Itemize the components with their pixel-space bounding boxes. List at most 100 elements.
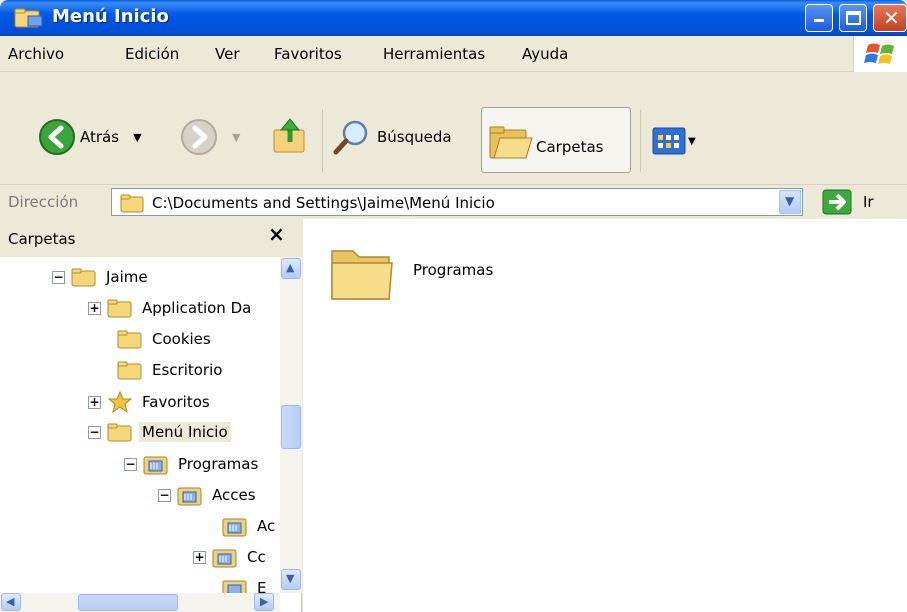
search-button[interactable]: Búsqueda (333, 118, 452, 156)
tree-horizontal-scrollbar[interactable]: ◀ ▶ (0, 593, 280, 612)
toolbar-separator (640, 110, 641, 172)
up-folder-button[interactable] (270, 116, 310, 156)
folder-icon (14, 8, 43, 28)
menu-edicion[interactable]: Edición (125, 45, 179, 63)
folders-icon (489, 126, 533, 159)
views-icon (652, 127, 686, 155)
star-icon (107, 391, 133, 413)
scroll-right-button[interactable]: ▶ (254, 593, 274, 611)
content-pane: Programas (303, 219, 907, 612)
scroll-thumb[interactable] (78, 594, 178, 611)
windows-flag-icon (864, 43, 894, 64)
menu-bar: Archivo Edición Ver Favoritos Herramient… (0, 36, 907, 72)
tree-item-label: Ac (257, 517, 276, 535)
tree-item-label: Application Da (142, 299, 252, 317)
views-button[interactable]: ▼ (652, 127, 696, 155)
scroll-left-button[interactable]: ◀ (1, 593, 21, 611)
address-dropdown-button[interactable]: ▼ (779, 190, 801, 214)
tree-item-accesorios[interactable]: − Acces (158, 484, 259, 506)
folders-pane-title: Carpetas (8, 230, 76, 248)
address-input[interactable]: C:\Documents and Settings\Jaime\Menú Ini… (111, 188, 803, 216)
back-arrow-icon (39, 119, 75, 155)
forward-button[interactable]: ▼ (180, 118, 240, 156)
tree-item-label: E (257, 579, 267, 593)
forward-dropdown-icon[interactable]: ▼ (232, 131, 240, 144)
chevron-up-icon: ▲ (286, 261, 295, 274)
toolbar-separator (322, 110, 323, 172)
go-label[interactable]: Ir (863, 193, 874, 211)
back-button[interactable]: Atrás ▼ (38, 118, 142, 156)
tree-item-label: Cookies (152, 330, 211, 348)
menu-archivo[interactable]: Archivo (8, 45, 64, 63)
maximize-icon (846, 11, 861, 25)
folder-icon (117, 361, 142, 380)
tree-item-cc[interactable]: + Cc (193, 546, 269, 568)
folder-open-icon (71, 268, 96, 287)
tree-item-programas[interactable]: − Programas (124, 453, 261, 475)
tree-item-label: Programas (178, 455, 259, 473)
go-arrow-icon[interactable] (822, 189, 852, 215)
folders-pane: Carpetas × − Jaime + Application Da Cook… (0, 219, 302, 612)
expand-icon[interactable]: + (88, 301, 101, 315)
scroll-up-button[interactable]: ▲ (281, 258, 301, 279)
views-dropdown-icon[interactable]: ▼ (688, 136, 696, 147)
tree-item-label: Jaime (106, 268, 148, 286)
chevron-down-icon: ▼ (785, 194, 795, 208)
file-item-programas[interactable]: Programas (329, 241, 493, 303)
tree-item-e[interactable]: E (222, 577, 269, 593)
folder-tree: − Jaime + Application Da Cookies Escrito… (0, 257, 280, 593)
tree-item-favoritos[interactable]: + Favoritos (88, 391, 213, 413)
expand-icon[interactable]: + (88, 395, 101, 409)
menu-ver[interactable]: Ver (215, 45, 240, 63)
tree-item-ac[interactable]: Ac (222, 515, 278, 537)
menu-favoritos[interactable]: Favoritos (274, 45, 342, 63)
tree-item-label: Escritorio (152, 361, 223, 379)
chevron-down-icon: ▼ (286, 572, 295, 585)
scroll-down-button[interactable]: ▼ (281, 569, 301, 590)
tree-item-jaime[interactable]: − Jaime (52, 267, 151, 287)
forward-arrow-icon (181, 119, 217, 155)
back-label: Atrás (80, 128, 120, 146)
title-bar[interactable]: Menú Inicio ✕ (0, 0, 907, 36)
program-group-folder-icon (177, 487, 202, 506)
folders-label: Carpetas (536, 138, 604, 156)
back-dropdown-icon[interactable]: ▼ (133, 131, 141, 144)
collapse-icon[interactable]: − (124, 457, 137, 471)
windows-logo-icon (853, 36, 907, 72)
address-label: Dirección (8, 193, 79, 211)
file-item-label: Programas (413, 261, 494, 279)
menu-ayuda[interactable]: Ayuda (522, 45, 568, 63)
minimize-icon (814, 19, 824, 22)
tree-item-menu-inicio[interactable]: − Menú Inicio (88, 422, 231, 442)
collapse-icon[interactable]: − (88, 425, 101, 439)
search-label: Búsqueda (377, 128, 452, 146)
tree-item-cookies[interactable]: Cookies (117, 329, 214, 349)
folders-pane-header: Carpetas × (0, 219, 302, 257)
expand-icon[interactable]: + (193, 550, 206, 564)
address-value: C:\Documents and Settings\Jaime\Menú Ini… (152, 194, 495, 212)
close-icon: ✕ (883, 6, 900, 30)
menu-herramientas[interactable]: Herramientas (383, 45, 485, 63)
tree-vertical-scrollbar[interactable]: ▲ ▼ (280, 257, 302, 593)
up-folder-icon (273, 118, 305, 153)
folder-large-icon (331, 250, 393, 300)
chevron-left-icon: ◀ (6, 595, 15, 608)
folder-icon (107, 299, 132, 318)
maximize-button[interactable] (839, 4, 867, 32)
tree-item-label: Menú Inicio (139, 422, 231, 442)
scroll-thumb[interactable] (281, 405, 301, 449)
program-group-folder-icon (212, 549, 237, 568)
collapse-icon[interactable]: − (52, 270, 65, 284)
folders-button[interactable]: Carpetas (488, 122, 603, 162)
tree-item-application-data[interactable]: + Application Da (88, 298, 254, 318)
tree-item-label: Acces (212, 486, 256, 504)
close-button[interactable]: ✕ (873, 4, 907, 32)
tree-item-label: Favoritos (142, 393, 210, 411)
close-pane-icon[interactable]: × (268, 222, 285, 246)
program-group-folder-icon (143, 456, 168, 475)
collapse-icon[interactable]: − (158, 488, 171, 502)
chevron-right-icon: ▶ (260, 595, 269, 608)
tree-item-escritorio[interactable]: Escritorio (117, 360, 225, 380)
minimize-button[interactable] (805, 4, 833, 32)
folder-icon (117, 330, 142, 349)
